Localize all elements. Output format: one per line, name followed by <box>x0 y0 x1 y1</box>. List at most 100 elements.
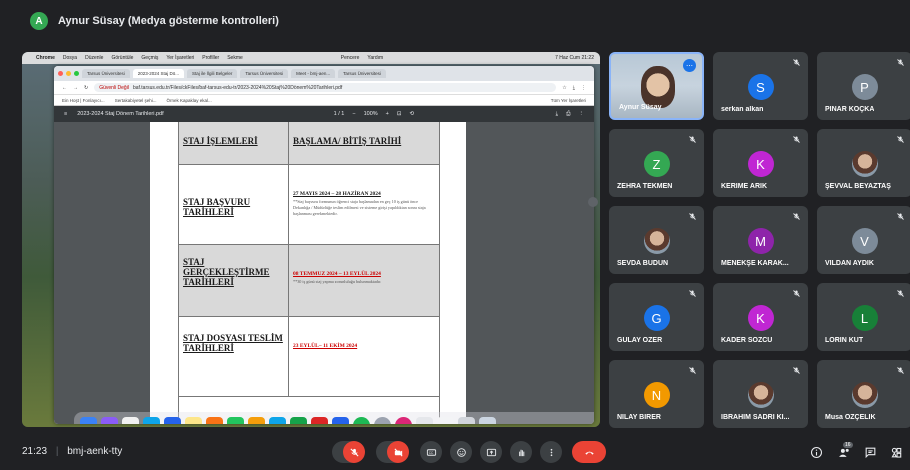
present-icon <box>486 448 496 456</box>
raise-hand-button[interactable] <box>510 441 532 463</box>
participant-tile[interactable]: K KERİME ARIK <box>713 129 808 197</box>
mac-menu-item: Geçmiş <box>141 55 159 61</box>
participant-tile[interactable]: ŞEVVAL BEYAZTAŞ <box>817 129 910 197</box>
row-value: 08 TEMMUZ 2024 – 13 EYLÜL 2024 **30 iş g… <box>289 245 439 316</box>
participant-avatar: K <box>747 305 774 331</box>
dates-table: STAJ İŞLEMLERİ BAŞLAMA/ BİTİŞ TARİHİ STA… <box>178 122 440 424</box>
participant-avatar: M <box>747 228 774 254</box>
photos-icon <box>395 416 412 424</box>
people-button[interactable]: 16 <box>836 442 853 460</box>
row-date: 27 MAYIS 2024 – 28 HAZİRAN 2024 <box>293 191 381 197</box>
mac-menu-item: Sekme <box>227 55 243 61</box>
document-icon <box>437 416 454 424</box>
pages-icon <box>248 416 265 424</box>
participant-name: ŞEVVAL BEYAZTAŞ <box>825 183 891 190</box>
mac-menubar: Chrome Dosya Düzenle Görüntüle Geçmiş Ye… <box>22 52 600 64</box>
svg-text:CC: CC <box>428 450 433 454</box>
word-icon <box>332 416 349 424</box>
reactions-button[interactable] <box>450 441 472 463</box>
zoom-in-icon: + <box>385 111 389 117</box>
mac-menu-item: Görüntüle <box>111 55 134 61</box>
mic-muted-icon <box>897 136 904 143</box>
bookmark-item: Örnek Kapaklay ekal... <box>166 97 212 103</box>
browser-menu-icon: ⋮ <box>581 84 586 91</box>
presenter-label[interactable]: Aynur Süsay (Medya gösterme kontrolleri) <box>58 15 279 27</box>
pdf-page-indicator: 1 / 1 <box>333 111 345 117</box>
more-options-button[interactable] <box>540 441 562 463</box>
pdf-toolbar: ≡ 2023-2024 Staj Dönem Tarihleri.pdf 1 /… <box>54 106 594 122</box>
downloads-stack-icon <box>458 416 475 424</box>
mic-muted-icon <box>897 213 904 220</box>
participant-tile[interactable]: Sserkan alkan <box>713 52 808 120</box>
participant-avatar: G <box>643 305 670 331</box>
table-header-right: BAŞLAMA/ BİTİŞ TARİHİ <box>293 136 402 146</box>
participant-tile[interactable]: K KADER SÖZCÜ <box>713 283 808 351</box>
participant-name: İBRAHİM SADRİ Kİ... <box>721 414 790 421</box>
chat-button[interactable] <box>862 444 878 460</box>
meeting-details-button[interactable] <box>808 444 824 460</box>
participant-name: GÜLAY ÖZER <box>617 337 663 344</box>
mic-toggle-button[interactable] <box>343 441 365 463</box>
table-header-left: STAJ İŞLEMLERİ <box>179 122 289 164</box>
mail-icon <box>164 416 181 424</box>
tile-more-icon[interactable]: ⋯ <box>683 59 696 72</box>
camera-toggle-button[interactable] <box>387 441 409 463</box>
participant-tile[interactable]: V VİLDAN AYDIK <box>817 206 910 274</box>
participant-tile[interactable]: Z ZEHRA TEKMEN <box>609 129 704 197</box>
hand-icon <box>518 449 524 456</box>
launchpad-icon <box>101 416 118 424</box>
participant-name: ZEHRA TEKMEN <box>617 183 673 190</box>
mic-off-icon <box>349 447 359 457</box>
participant-tile[interactable]: SEVDA BÜDÜN <box>609 206 704 274</box>
participant-tile[interactable]: M MENEKŞE KARAK... <box>713 206 808 274</box>
close-window-icon <box>58 71 63 76</box>
row-value: 23 EYLÜL– 11 EKİM 2024 <box>289 317 439 396</box>
star-icon: ☆ <box>562 84 567 91</box>
activities-button[interactable] <box>888 444 904 460</box>
mac-menu-item: Yer İşaretleri <box>166 55 195 61</box>
activities-icon <box>890 447 901 458</box>
preview-icon <box>416 416 433 424</box>
present-screen-button[interactable] <box>480 441 502 463</box>
forward-arrow-icon: → <box>73 84 78 91</box>
participant-name: Aynur Süsay <box>619 104 662 111</box>
back-arrow-icon: ← <box>62 84 67 91</box>
print-icon: ⎙ <box>566 110 571 117</box>
participant-tile[interactable]: N NİLAY BİRER <box>609 360 704 428</box>
participant-tile[interactable]: ⋯ Aynur Süsay <box>609 52 704 120</box>
participant-tile[interactable]: Musa ÖZÇELİK <box>817 360 910 428</box>
participant-tile[interactable]: L LORİN KUT <box>817 283 910 351</box>
pdf-more-icon: ⋮ <box>578 110 585 117</box>
pdf-viewer: STAJ İŞLEMLERİ BAŞLAMA/ BİTİŞ TARİHİ STA… <box>54 122 594 424</box>
row-label: STAJ DOSYASI TESLİM TARİHLERİ <box>179 317 289 396</box>
browser-tab: Staj ile İlgili Belgeler <box>187 69 238 78</box>
chrome-window: Tarsus Üniversitesi 2023-2024 Staj Dö...… <box>54 66 594 424</box>
participant-photo-avatar <box>747 382 774 408</box>
participant-tile[interactable]: İBRAHİM SADRİ Kİ... <box>713 360 808 428</box>
mic-muted-icon <box>689 367 696 374</box>
pdf-page: STAJ İŞLEMLERİ BAŞLAMA/ BİTİŞ TARİHİ STA… <box>150 122 466 424</box>
row-date: 08 TEMMUZ 2024 – 13 EYLÜL 2024 <box>293 271 381 277</box>
participant-photo-avatar <box>851 382 878 408</box>
table-header-row: STAJ İŞLEMLERİ BAŞLAMA/ BİTİŞ TARİHİ <box>179 122 439 165</box>
participant-name: NİLAY BİRER <box>617 414 661 421</box>
leave-call-button[interactable] <box>572 441 606 463</box>
row-value: 27 MAYIS 2024 – 28 HAZİRAN 2024 **Staj b… <box>289 165 439 244</box>
end-call-icon <box>584 451 594 455</box>
participant-tile[interactable]: P PINAR KOÇKA <box>817 52 910 120</box>
mac-menu-item: Yardım <box>367 55 384 61</box>
captions-button[interactable]: CC <box>420 441 442 463</box>
people-count-badge: 16 <box>843 442 853 448</box>
meeting-info: 21:23 | bmj-aenk-tty <box>22 446 122 457</box>
participant-name: KADER SÖZCÜ <box>721 337 773 344</box>
mic-muted-icon <box>897 367 904 374</box>
numbers-icon <box>227 416 244 424</box>
chrome-dock-icon <box>206 416 223 424</box>
mac-menu-item: Profiller <box>202 55 220 61</box>
reload-icon: ↻ <box>84 84 89 91</box>
security-warning: Güvenli Değil <box>99 84 129 91</box>
participant-tile[interactable]: G GÜLAY ÖZER <box>609 283 704 351</box>
mic-muted-icon <box>897 290 904 297</box>
zoom-out-icon: − <box>352 111 356 117</box>
mac-menu-item: Dosya <box>62 55 78 61</box>
